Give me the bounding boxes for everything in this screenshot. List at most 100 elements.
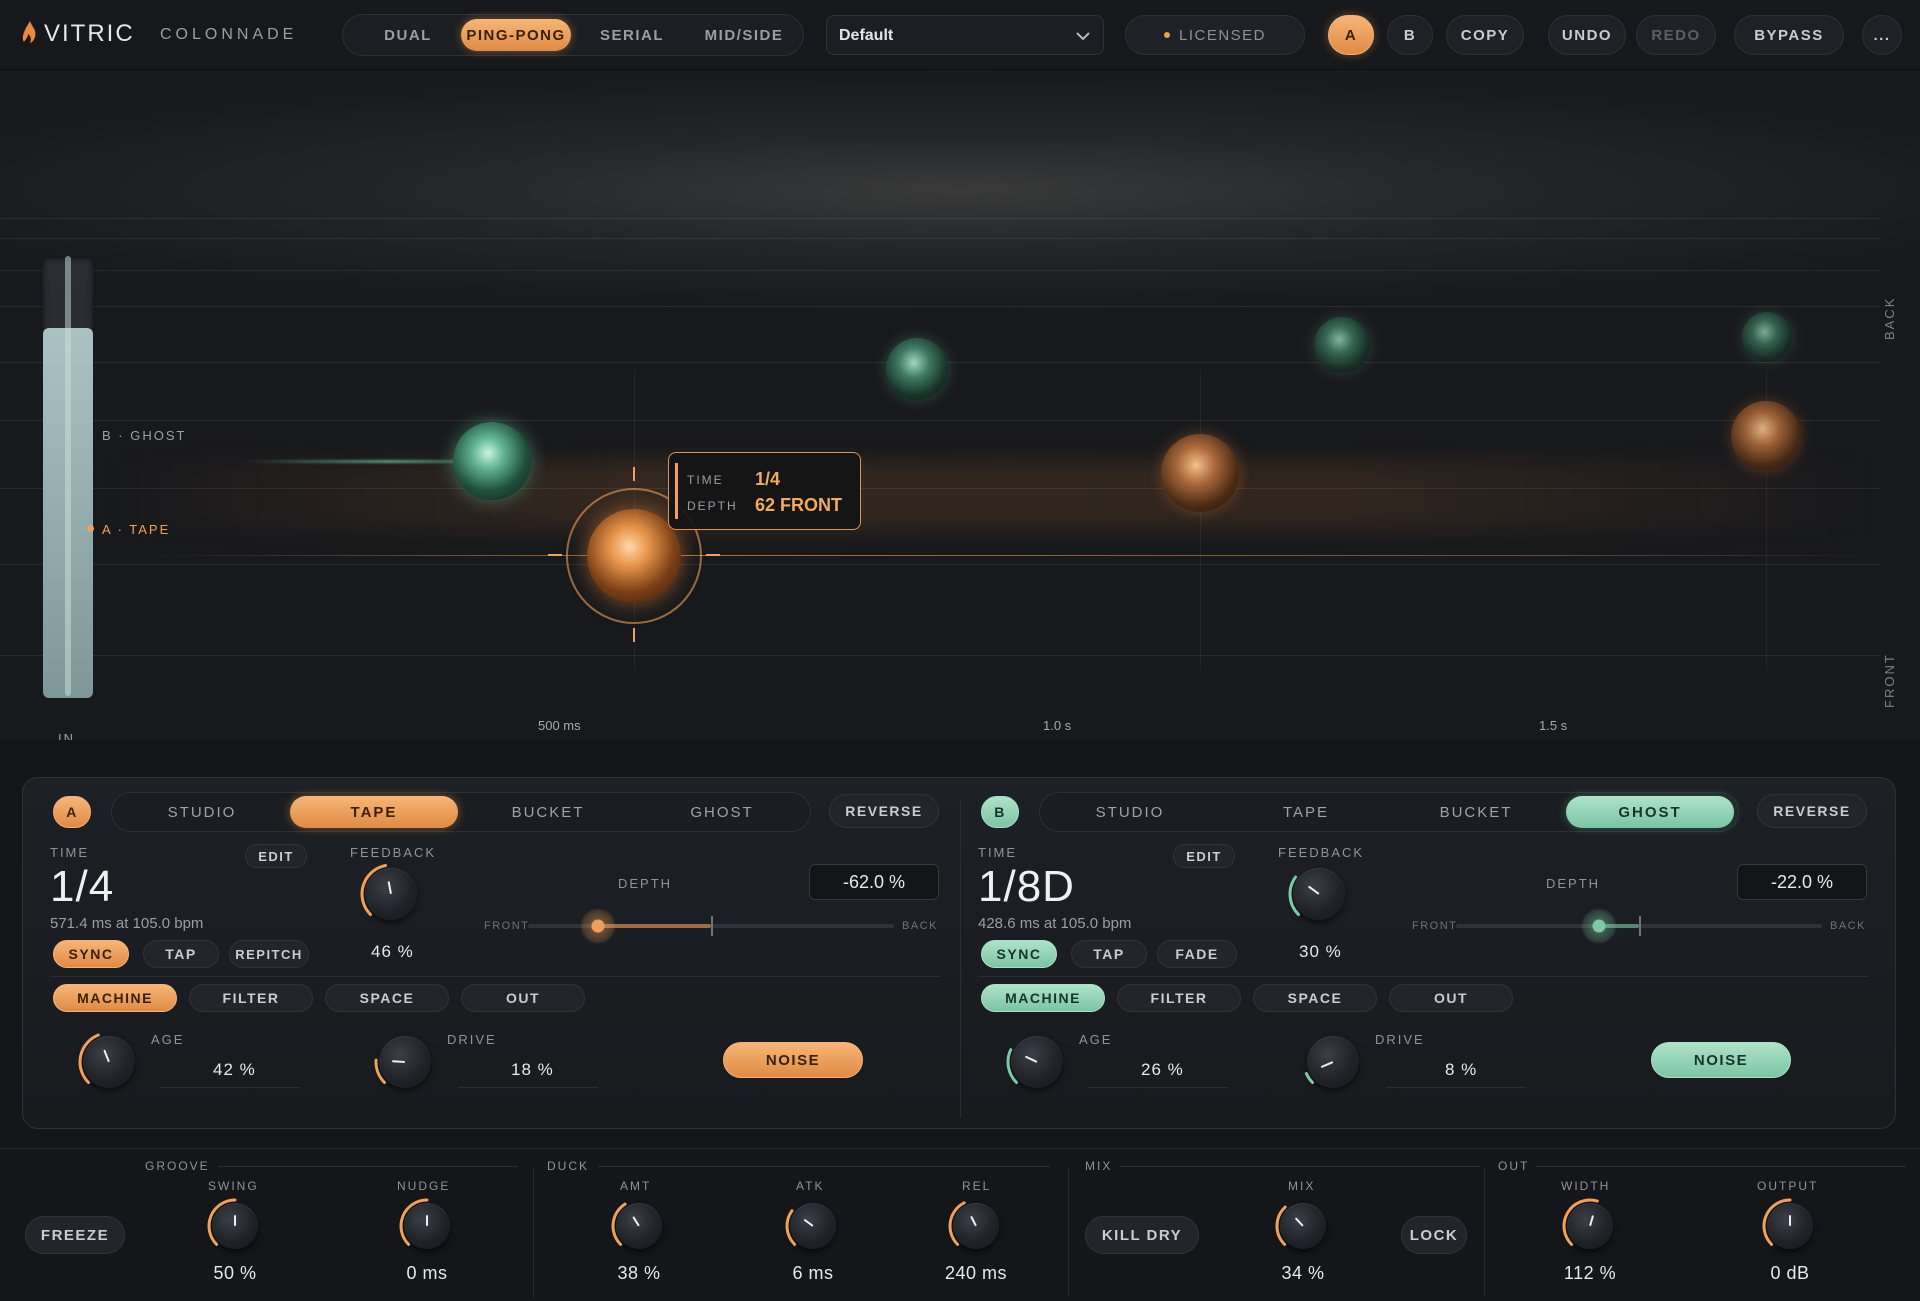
duck-amount-knob[interactable]: [611, 1202, 662, 1249]
duck-section-label: DUCK: [547, 1159, 590, 1173]
width-knob[interactable]: [1562, 1198, 1613, 1249]
output-label: OUTPUT: [1757, 1179, 1819, 1193]
fade-button[interactable]: FADE: [1157, 940, 1237, 968]
tap-orb-a[interactable]: [1161, 434, 1239, 512]
tab-bucket[interactable]: BUCKET: [468, 796, 628, 828]
tab-machine[interactable]: MACHINE: [981, 984, 1105, 1012]
tooltip-time-label: TIME: [687, 473, 724, 487]
reverse-button[interactable]: REVERSE: [1757, 794, 1867, 828]
tab-studio[interactable]: STUDIO: [1050, 796, 1210, 828]
tab-out[interactable]: OUT: [1389, 984, 1513, 1012]
tap-tempo-button[interactable]: TAP: [143, 940, 219, 968]
routing-mode-selector: DUAL PING-PONG SERIAL MID/SIDE: [342, 14, 804, 56]
noise-button[interactable]: NOISE: [723, 1042, 863, 1078]
tab-out[interactable]: OUT: [461, 984, 585, 1012]
sync-button[interactable]: SYNC: [981, 940, 1057, 968]
input-label: IN: [58, 731, 75, 740]
tab-tape[interactable]: TAPE: [1226, 796, 1386, 828]
copy-button[interactable]: COPY: [1446, 15, 1524, 55]
kill-dry-button[interactable]: KILL DRY: [1085, 1216, 1199, 1254]
noise-button[interactable]: NOISE: [1651, 1042, 1791, 1078]
nudge-knob[interactable]: [399, 1198, 450, 1249]
tap-orb-a[interactable]: [1731, 401, 1801, 471]
input-meter: [43, 256, 93, 698]
mix-lock-button[interactable]: LOCK: [1401, 1216, 1467, 1254]
edit-time-button[interactable]: EDIT: [245, 844, 307, 868]
mix-knob[interactable]: [1275, 1203, 1326, 1249]
age-knob[interactable]: [1006, 1036, 1063, 1088]
knob-arc: [399, 1198, 429, 1246]
duck-attack-knob[interactable]: [785, 1203, 836, 1249]
more-menu-button[interactable]: ...: [1862, 15, 1902, 55]
depth-slider-handle[interactable]: [579, 908, 616, 944]
depth-slider-handle[interactable]: [1580, 908, 1617, 944]
state-a-button[interactable]: A: [1328, 15, 1374, 55]
preset-dropdown[interactable]: Default: [826, 15, 1104, 55]
depth-value-field[interactable]: -22.0 %: [1737, 864, 1867, 900]
feedback-label: FEEDBACK: [1278, 845, 1365, 860]
tap-orb-b[interactable]: [1742, 312, 1792, 362]
selected-tap-orb-a[interactable]: [587, 509, 681, 603]
depth-front-label: FRONT: [484, 920, 530, 932]
depth-front-label: FRONT: [1412, 920, 1458, 932]
panel-b-badge[interactable]: B: [981, 796, 1019, 828]
time-value[interactable]: 1/4: [50, 862, 114, 912]
brand-logo: VITRIC: [44, 20, 135, 47]
tab-space[interactable]: SPACE: [325, 984, 449, 1012]
mode-mid-side[interactable]: MID/SIDE: [689, 19, 799, 51]
preset-value: Default: [839, 27, 894, 44]
duck-release-label: REL: [962, 1179, 992, 1193]
tap-tempo-button[interactable]: TAP: [1071, 940, 1147, 968]
state-b-button[interactable]: B: [1387, 15, 1433, 55]
edit-time-button[interactable]: EDIT: [1173, 844, 1235, 868]
reverse-button[interactable]: REVERSE: [829, 794, 939, 828]
age-knob[interactable]: [78, 1033, 135, 1088]
tab-filter[interactable]: FILTER: [1117, 984, 1241, 1012]
drive-knob[interactable]: [374, 1036, 431, 1088]
tab-machine[interactable]: MACHINE: [53, 984, 177, 1012]
delay-visualizer[interactable]: IN B · GHOST A · TAPE BACK FRONT TIME 1/…: [0, 70, 1920, 740]
repitch-button[interactable]: REPITCH: [229, 940, 309, 968]
tap-orb-b[interactable]: [1314, 317, 1370, 373]
time-value[interactable]: 1/8D: [978, 862, 1075, 912]
freeze-button[interactable]: FREEZE: [25, 1216, 125, 1254]
output-knob[interactable]: [1762, 1198, 1813, 1249]
tab-ghost[interactable]: GHOST: [1566, 796, 1734, 828]
age-label: AGE: [151, 1032, 185, 1047]
width-value: 112 %: [1563, 1263, 1617, 1283]
swing-knob[interactable]: [207, 1198, 258, 1249]
tap-panel-a: A STUDIO TAPE BUCKET GHOST REVERSE TIME …: [22, 777, 967, 1129]
drive-knob[interactable]: [1304, 1036, 1359, 1088]
feedback-knob[interactable]: [1288, 868, 1345, 920]
time-label: TIME: [978, 845, 1018, 860]
knob-arc: [948, 1201, 966, 1246]
bypass-button[interactable]: BYPASS: [1734, 15, 1844, 55]
tap-tooltip: TIME 1/4 DEPTH 62 FRONT: [668, 452, 861, 530]
panel-a-badge[interactable]: A: [53, 796, 91, 828]
depth-slider[interactable]: [528, 908, 894, 944]
feedback-label: FEEDBACK: [350, 845, 437, 860]
knob-arc: [1762, 1198, 1792, 1246]
duck-release-knob[interactable]: [948, 1201, 999, 1249]
tap-orb-b[interactable]: [886, 338, 948, 400]
sync-button[interactable]: SYNC: [53, 940, 129, 968]
mode-ping-pong[interactable]: PING-PONG: [461, 19, 571, 51]
depth-label: DEPTH: [1546, 876, 1601, 891]
mode-dual[interactable]: DUAL: [353, 19, 463, 51]
redo-button[interactable]: REDO: [1636, 15, 1716, 55]
knob-arc: [611, 1202, 627, 1246]
drive-value: 8 %: [1445, 1060, 1478, 1079]
tab-space[interactable]: SPACE: [1253, 984, 1377, 1012]
tap-orb-b[interactable]: [453, 422, 531, 500]
tab-ghost[interactable]: GHOST: [642, 796, 802, 828]
depth-slider[interactable]: [1456, 908, 1822, 944]
tab-studio[interactable]: STUDIO: [122, 796, 282, 828]
mode-serial[interactable]: SERIAL: [577, 19, 687, 51]
feedback-knob[interactable]: [360, 864, 417, 920]
tab-filter[interactable]: FILTER: [189, 984, 313, 1012]
time-ms-readout: 428.6 ms at 105.0 bpm: [978, 915, 1132, 932]
depth-value-field[interactable]: -62.0 %: [809, 864, 939, 900]
tab-bucket[interactable]: BUCKET: [1396, 796, 1556, 828]
undo-button[interactable]: UNDO: [1548, 15, 1626, 55]
tab-tape[interactable]: TAPE: [290, 796, 458, 828]
